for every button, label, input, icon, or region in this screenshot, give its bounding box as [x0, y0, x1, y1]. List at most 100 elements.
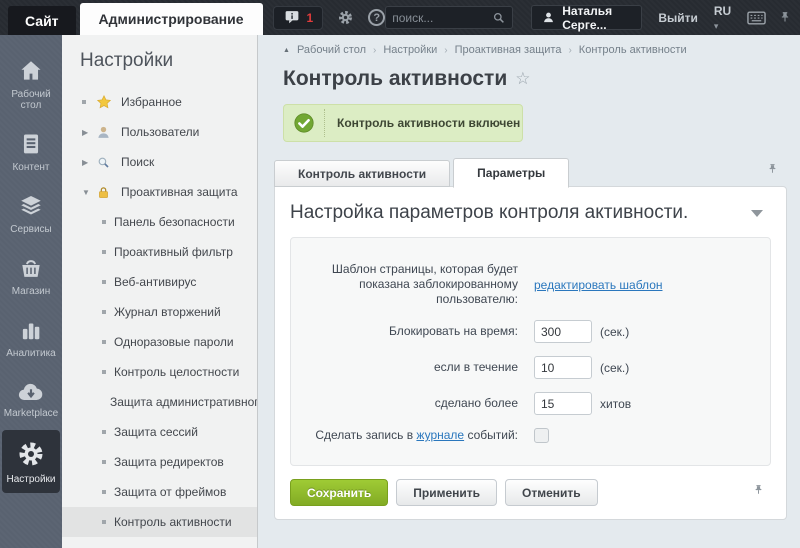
block-time-unit: (сек.) — [600, 325, 629, 339]
search-input[interactable] — [392, 11, 492, 25]
menu-item-label: Защита административного ра — [110, 395, 257, 409]
menu-item-label: Одноразовые пароли — [114, 335, 234, 349]
menu-item-web-antivirus[interactable]: Веб-антивирус — [62, 267, 257, 297]
menu-item-search[interactable]: ▶ Поиск — [62, 147, 257, 177]
log-checkbox[interactable] — [534, 428, 549, 443]
breadcrumb-item[interactable]: Проактивная защита — [455, 44, 562, 56]
apply-button[interactable]: Применить — [396, 479, 497, 506]
pin-icon[interactable] — [752, 483, 765, 503]
menu-item-label: Пользователи — [121, 125, 199, 139]
favorite-star-icon[interactable]: ☆ — [515, 69, 530, 89]
tab-admin[interactable]: Администрирование — [80, 3, 263, 35]
tab-parameters[interactable]: Параметры — [453, 158, 569, 188]
iconbar-item-shop[interactable]: Магазин — [2, 246, 60, 305]
check-circle-icon — [293, 112, 315, 134]
breadcrumb-item[interactable]: Рабочий стол — [297, 44, 366, 56]
menu-item-integrity-control[interactable]: Контроль целостности — [62, 357, 257, 387]
menu-item-users[interactable]: ▶ Пользователи — [62, 117, 257, 147]
cancel-button[interactable]: Отменить — [505, 479, 598, 506]
hits-input[interactable] — [534, 392, 592, 415]
topbar-pin-icon[interactable] — [778, 10, 792, 26]
hits-unit: хитов — [600, 397, 631, 411]
left-iconbar: Рабочий стол Контент Сервисы Магазин Ана… — [0, 35, 62, 548]
layers-icon — [17, 193, 45, 219]
menu-item-proactive-protection[interactable]: ▼ Проактивная защита — [62, 177, 257, 207]
hotkeys-keyboard-icon[interactable] — [747, 11, 766, 25]
iconbar-item-services[interactable]: Сервисы — [2, 184, 60, 243]
menu-item-label: Журнал вторжений — [114, 305, 221, 319]
tab-activity-control[interactable]: Контроль активности — [274, 160, 450, 187]
iconbar-item-desktop[interactable]: Рабочий стол — [2, 49, 60, 119]
save-button[interactable]: Сохранить — [290, 479, 388, 506]
breadcrumb-item[interactable]: Настройки — [383, 44, 437, 56]
help-icon[interactable]: ? — [368, 9, 385, 26]
breadcrumb-separator: › — [568, 45, 571, 56]
menu-item-admin-section-protection[interactable]: Защита административного ра — [62, 387, 257, 417]
document-icon — [18, 131, 44, 157]
iconbar-item-settings[interactable]: Настройки — [2, 430, 60, 493]
basket-icon — [17, 255, 45, 281]
menu-item-intrusion-log[interactable]: Журнал вторжений — [62, 297, 257, 327]
menu-item-favorites[interactable]: Избранное — [62, 87, 257, 117]
menu-item-session-protection[interactable]: Защита сессий — [62, 417, 257, 447]
iconbar-label: Аналитика — [6, 348, 56, 359]
collapse-chevron-icon[interactable] — [751, 210, 763, 217]
iconbar-label: Сервисы — [10, 224, 51, 235]
language-label: RU — [714, 4, 731, 18]
menu-item-frame-protection[interactable]: Защита от фреймов — [62, 477, 257, 507]
gear-icon — [16, 439, 46, 469]
menu-item-label: Защита редиректов — [114, 455, 224, 469]
iconbar-item-marketplace[interactable]: Marketplace — [2, 370, 60, 427]
menu-item-label: Избранное — [121, 95, 182, 109]
topbar-search — [385, 6, 513, 29]
user-menu-button[interactable]: Наталья Серге... — [531, 5, 642, 30]
iconbar-label: Marketplace — [4, 408, 58, 419]
menu-item-label: Поиск — [121, 155, 154, 169]
tab-site[interactable]: Сайт — [8, 6, 76, 35]
settings-gear-icon[interactable] — [337, 9, 354, 26]
menu-item-redirect-protection[interactable]: Защита редиректов — [62, 447, 257, 477]
tab-site-label: Сайт — [25, 13, 59, 29]
edit-template-link[interactable]: редактировать шаблон — [534, 278, 663, 292]
menu-item-activity-control[interactable]: Контроль активности — [62, 507, 257, 537]
menu-item-security-panel[interactable]: Панель безопасности — [62, 207, 257, 237]
breadcrumb-item[interactable]: Контроль активности — [579, 44, 687, 56]
log-label: Сделать запись в журнале событий: — [291, 428, 526, 443]
iconbar-label: Настройки — [6, 474, 55, 485]
star-icon — [96, 94, 114, 110]
language-selector[interactable]: RU ▾ — [714, 4, 733, 32]
event-log-link[interactable]: журнале — [416, 428, 464, 442]
menu-item-label: Проактивная защита — [121, 185, 238, 199]
logout-link[interactable]: Выйти — [658, 11, 698, 25]
chevron-down-icon[interactable]: ▼ — [82, 188, 96, 197]
menu-item-label: Панель безопасности — [114, 215, 235, 229]
block-time-input[interactable] — [534, 320, 592, 343]
hits-label: сделано более — [291, 396, 526, 411]
section-heading: Настройка параметров контроля активности… — [290, 202, 688, 224]
chevron-right-icon[interactable]: ▶ — [82, 158, 96, 167]
user-avatar-icon — [542, 11, 555, 24]
chevron-right-icon[interactable]: ▶ — [82, 128, 96, 137]
bullet-icon — [102, 250, 106, 254]
chevron-down-icon: ▾ — [714, 21, 719, 31]
search-icon[interactable] — [492, 11, 506, 25]
bullet-icon — [82, 100, 96, 104]
menu-item-proactive-filter[interactable]: Проактивный фильтр — [62, 237, 257, 267]
iconbar-label: Контент — [12, 162, 49, 173]
iconbar-item-analytics[interactable]: Аналитика — [2, 308, 60, 367]
menu-item-label: Контроль активности — [114, 515, 232, 529]
bullet-icon — [102, 220, 106, 224]
breadcrumb-separator: › — [373, 45, 376, 56]
interval-input[interactable] — [534, 356, 592, 379]
breadcrumb-home-icon[interactable]: ▲ — [283, 47, 290, 54]
notifications-button[interactable]: 1 — [273, 6, 324, 30]
bullet-icon — [102, 340, 106, 344]
pin-icon[interactable] — [766, 162, 779, 182]
iconbar-item-content[interactable]: Контент — [2, 122, 60, 181]
notification-bubble-icon — [283, 9, 301, 26]
settings-panel: Настройка параметров контроля активности… — [274, 186, 787, 520]
bullet-icon — [102, 490, 106, 494]
lock-icon — [96, 185, 114, 200]
status-banner: Контроль активности включен — [283, 104, 523, 142]
menu-item-one-time-passwords[interactable]: Одноразовые пароли — [62, 327, 257, 357]
